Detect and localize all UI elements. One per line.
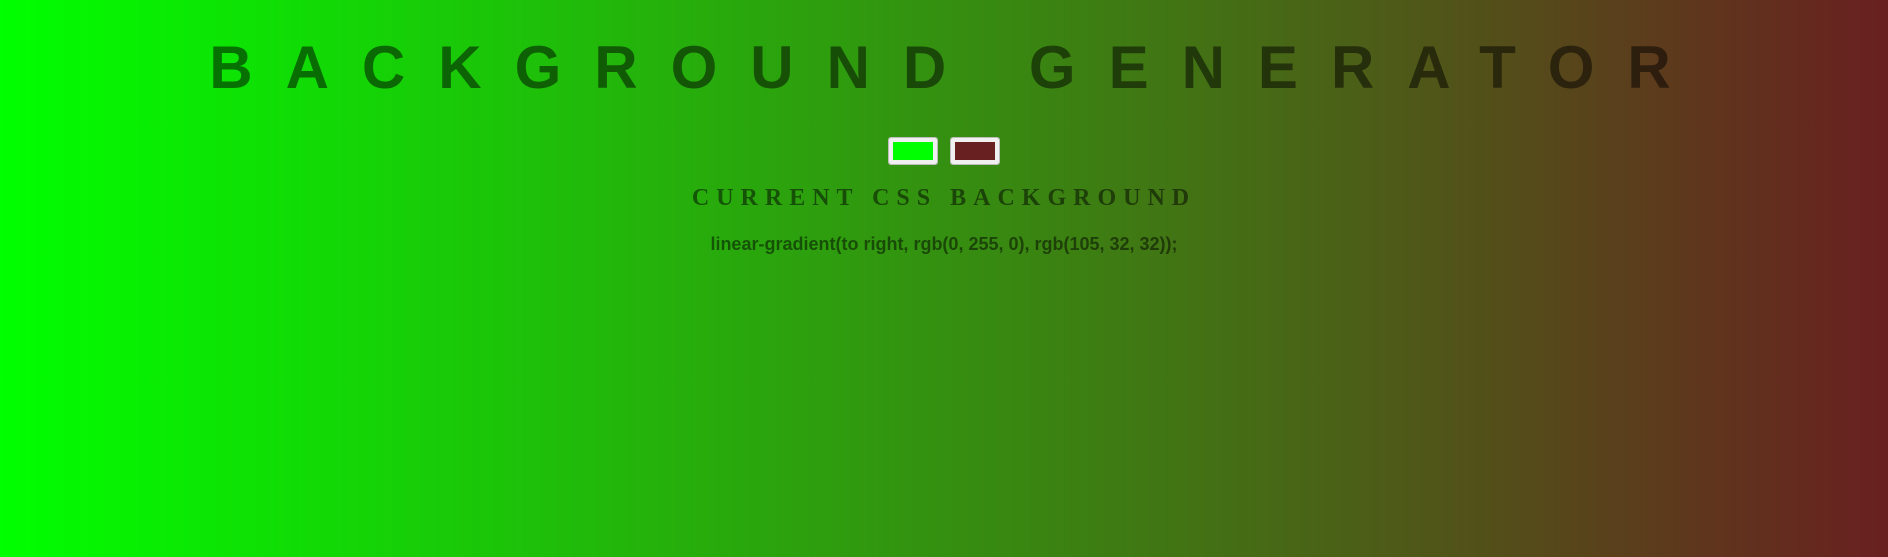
css-background-heading: CURRENT CSS BACKGROUND (691, 185, 1197, 211)
color-picker-2[interactable] (950, 137, 1000, 165)
color-picker-1[interactable] (888, 137, 938, 165)
css-background-value: linear-gradient(to right, rgb(0, 255, 0)… (710, 234, 1178, 254)
page-title: BACKGROUND GENERATOR (209, 34, 1704, 101)
color-pickers (0, 137, 1888, 165)
